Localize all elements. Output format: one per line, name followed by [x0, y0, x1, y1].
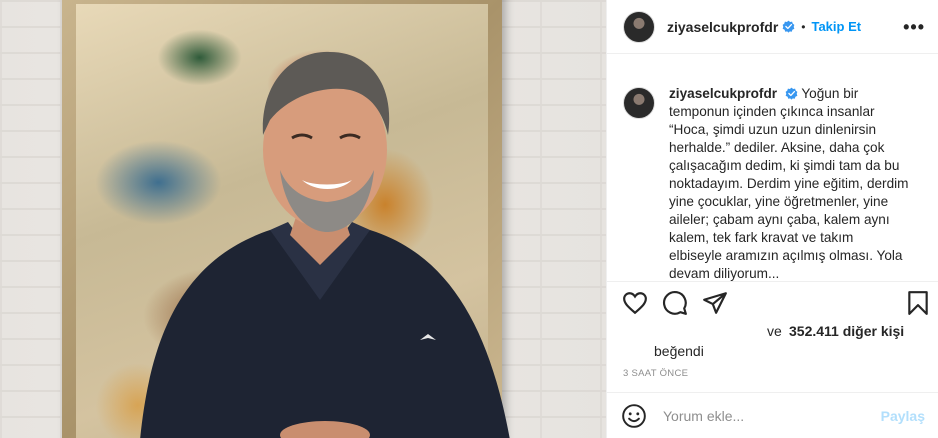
verified-badge-icon: [785, 87, 798, 100]
action-bar: [607, 283, 938, 323]
caption-avatar[interactable]: [623, 87, 655, 119]
comment-bar: Paylaş: [607, 392, 938, 438]
header-username[interactable]: ziyaselcukprofdr: [667, 19, 778, 35]
bookmark-icon[interactable]: [905, 290, 931, 316]
post-comment-button[interactable]: Paylaş: [881, 408, 925, 424]
post-header: ziyaselcukprofdr • Takip Et •••: [607, 0, 938, 54]
follow-button[interactable]: Takip Et: [811, 19, 861, 34]
smiley-icon[interactable]: [621, 403, 647, 429]
likes-count-link[interactable]: 352.411 diğer kişi: [789, 323, 904, 339]
post-details-panel: ziyaselcukprofdr • Takip Et ••• ziyaselc…: [606, 0, 938, 438]
heart-icon[interactable]: [622, 290, 648, 316]
likes-summary: ve 352.411 diğer kişi: [623, 323, 923, 343]
caption-body: Yoğun bir temponun içinden çıkınca insan…: [669, 86, 909, 281]
caption-scroll-area[interactable]: ziyaselcukprofdr Yoğun bir temponun için…: [607, 55, 938, 282]
caption-username[interactable]: ziyaselcukprofdr: [669, 86, 777, 101]
liked-label: beğendi: [654, 343, 704, 359]
avatar[interactable]: [623, 10, 655, 43]
post-timestamp[interactable]: 3 SAAT ÖNCE: [623, 368, 688, 379]
caption-text: ziyaselcukprofdr Yoğun bir temponun için…: [669, 85, 909, 281]
separator-dot: •: [801, 19, 806, 34]
portrait-person: [140, 51, 510, 438]
post-photo[interactable]: [0, 0, 606, 438]
comment-icon[interactable]: [662, 290, 688, 316]
verified-badge-icon: [782, 20, 795, 33]
paper-plane-icon[interactable]: [702, 290, 728, 316]
more-options-button[interactable]: •••: [903, 17, 925, 38]
likes-prefix: ve: [767, 323, 782, 339]
caption-row: ziyaselcukprofdr Yoğun bir temponun için…: [623, 85, 923, 281]
comment-input[interactable]: [663, 407, 873, 424]
